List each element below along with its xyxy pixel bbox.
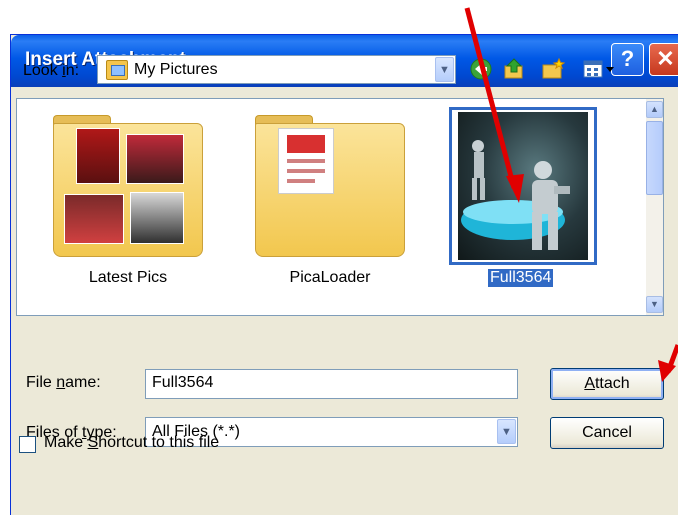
folder-thumbnail bbox=[64, 194, 124, 244]
vertical-scrollbar[interactable]: ▲ ▼ bbox=[646, 99, 663, 315]
folder-thumbnail bbox=[278, 128, 334, 194]
back-icon[interactable] bbox=[469, 57, 493, 81]
close-button[interactable]: ✕ bbox=[649, 43, 678, 76]
folder-thumbnail bbox=[126, 134, 184, 184]
look-in-value: My Pictures bbox=[134, 61, 218, 78]
attach-button[interactable]: Attach bbox=[550, 368, 664, 400]
folder-icon bbox=[53, 115, 203, 257]
list-item[interactable]: Latest Pics bbox=[53, 107, 203, 297]
image-thumbnail bbox=[449, 107, 597, 265]
file-list-view[interactable]: Latest Pics PicaLoader Full3564 ▲ ▼ bbox=[16, 98, 664, 316]
my-pictures-icon bbox=[106, 60, 128, 80]
look-in-combo[interactable]: My Pictures ▼ bbox=[97, 55, 456, 84]
robot-image bbox=[461, 140, 570, 250]
scroll-down-button[interactable]: ▼ bbox=[646, 296, 663, 313]
file-name-input[interactable]: Full3564 bbox=[145, 369, 518, 399]
new-folder-icon[interactable] bbox=[541, 57, 565, 81]
folder-icon bbox=[255, 115, 405, 257]
item-label: Latest Pics bbox=[88, 269, 168, 286]
list-item[interactable]: PicaLoader bbox=[255, 107, 405, 297]
make-shortcut-label: Make Shortcut to this file bbox=[44, 434, 220, 451]
chevron-down-icon[interactable]: ▼ bbox=[497, 419, 516, 444]
list-item[interactable]: Full3564 bbox=[449, 107, 599, 297]
scroll-thumb[interactable] bbox=[646, 121, 663, 195]
chevron-down-icon[interactable]: ▼ bbox=[435, 57, 454, 82]
views-menu-icon[interactable] bbox=[582, 57, 616, 81]
make-shortcut-checkbox[interactable] bbox=[19, 436, 36, 453]
folder-thumbnail bbox=[76, 128, 120, 184]
folder-thumbnail bbox=[130, 192, 184, 244]
look-in-label: Look in: bbox=[23, 62, 80, 79]
up-folder-icon[interactable] bbox=[502, 57, 526, 81]
scroll-up-button[interactable]: ▲ bbox=[646, 101, 663, 118]
item-label: PicaLoader bbox=[289, 269, 371, 286]
cancel-button[interactable]: Cancel bbox=[550, 417, 664, 449]
item-label-selected: Full3564 bbox=[486, 268, 555, 288]
file-name-label: File name: bbox=[26, 374, 101, 391]
